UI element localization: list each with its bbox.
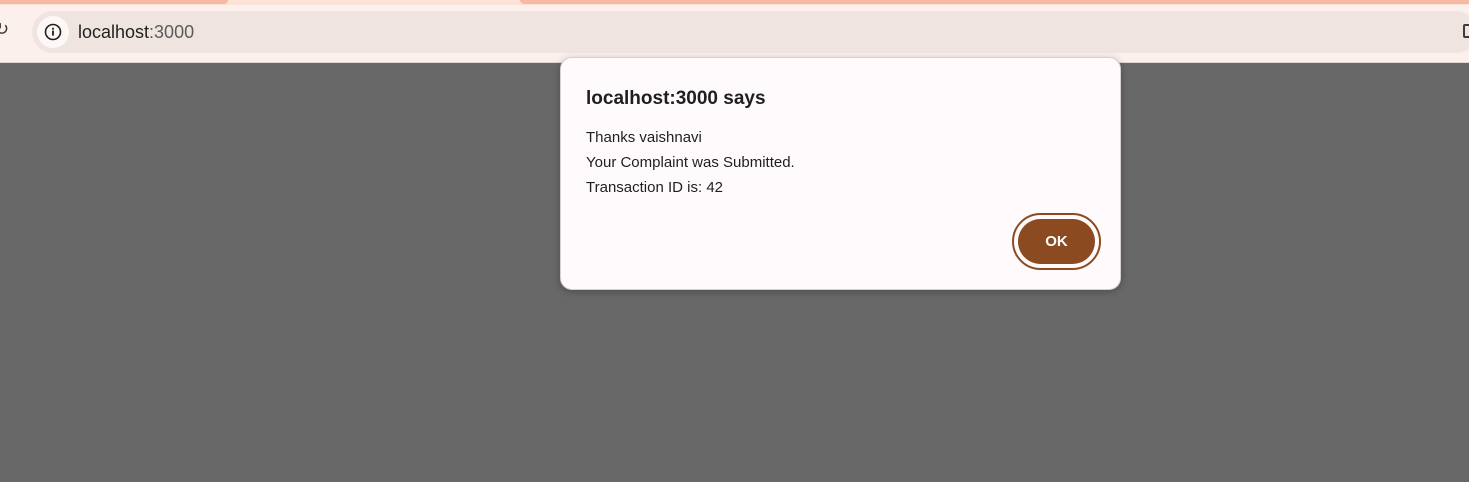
tab-right[interactable] xyxy=(520,0,1469,4)
info-icon xyxy=(44,23,62,41)
dialog-title: localhost:3000 says xyxy=(586,88,766,109)
url-port: :3000 xyxy=(149,22,195,42)
dialog-message: Thanks vaishnavi Your Complaint was Subm… xyxy=(586,125,795,200)
message-line: Transaction ID is: 42 xyxy=(586,179,723,196)
site-info-button[interactable] xyxy=(37,16,69,48)
reload-icon[interactable]: ↻ xyxy=(0,20,10,40)
url-host: localhost xyxy=(78,22,150,42)
ok-button-focus-ring: OK xyxy=(1012,213,1101,270)
alert-dialog: localhost:3000 says Thanks vaishnavi You… xyxy=(560,57,1121,290)
url-text[interactable]: localhost:3000 xyxy=(78,21,194,43)
tab-left[interactable] xyxy=(0,0,228,4)
address-bar[interactable]: localhost:3000 xyxy=(32,11,1469,53)
side-panel-icon[interactable] xyxy=(1463,24,1469,38)
ok-button[interactable]: OK xyxy=(1018,219,1095,264)
browser-toolbar: ↻ localhost:3000 xyxy=(0,0,1469,63)
message-line: Thanks vaishnavi xyxy=(586,129,702,146)
message-line: Your Complaint was Submitted. xyxy=(586,154,795,171)
tab-strip xyxy=(0,0,1469,5)
